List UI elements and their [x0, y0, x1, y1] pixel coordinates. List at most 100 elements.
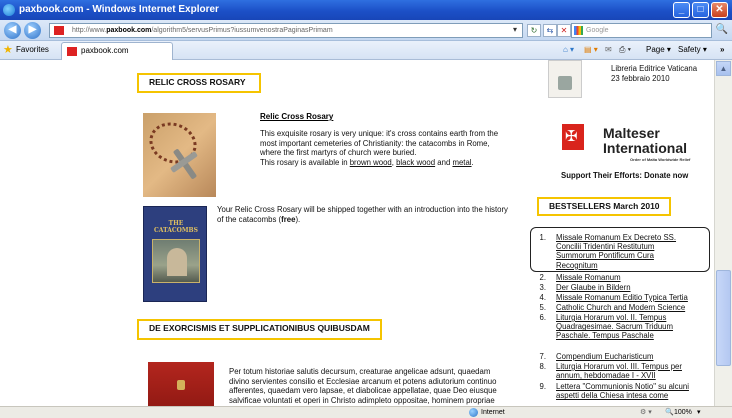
browser-tab[interactable]: paxbook.com	[61, 42, 173, 60]
internet-explorer-icon	[3, 4, 15, 16]
address-host: paxbook.com	[106, 27, 152, 34]
malteser-line1: Malteser	[603, 125, 660, 141]
bestseller-link-line: Catholic Church and Modern Science	[556, 303, 686, 312]
scroll-up-arrow-icon[interactable]: ▲	[716, 61, 731, 76]
bestseller-link-line: Recognitum	[556, 260, 598, 270]
bestseller-link-line: Summorum Pontificum Cura	[556, 251, 654, 261]
page-menu[interactable]: Page ▾	[646, 45, 671, 54]
vatican-book-thumbnail[interactable]	[548, 60, 582, 98]
forward-button[interactable]: ▶	[24, 22, 41, 39]
exorcismis-desc-line: afferentes, quaedam vero lapsae, et diab…	[229, 386, 497, 396]
safety-menu[interactable]: Safety ▾	[678, 45, 707, 54]
malteser-name[interactable]: Malteser International	[603, 126, 687, 156]
address-dropdown-icon[interactable]: ▾	[508, 24, 522, 37]
bestseller-link-line: aspetti della Chiesa intesa come	[556, 391, 669, 401]
catacombs-description: Your Relic Cross Rosary will be shipped …	[217, 205, 527, 224]
stop-button[interactable]: ✕	[557, 24, 571, 37]
zoom-icon[interactable]: 🔍	[665, 407, 674, 418]
close-button[interactable]: ✕	[711, 2, 728, 18]
rosary-product-image[interactable]	[143, 113, 216, 197]
bestseller-link[interactable]: Liturgia Horarum vol. III. Tempus per ann…	[556, 362, 708, 380]
period: .	[471, 157, 474, 167]
bestseller-link-line: Lettera "Communionis Notio" su alcuni	[556, 382, 689, 391]
minimize-button[interactable]: _	[673, 2, 690, 18]
bestseller-link-line: Missale Romanum Ex Decreto SS.	[556, 233, 677, 242]
donate-link[interactable]: Support Their Efforts: Donate now	[561, 171, 688, 180]
search-input[interactable]: Google	[571, 23, 712, 38]
bestseller-rank: 4.	[539, 293, 546, 302]
malteser-line2: International	[603, 140, 688, 156]
bestseller-rank: 8.	[539, 362, 546, 371]
zoom-dropdown-icon[interactable]: ▾	[697, 407, 701, 418]
section-title-relic-cross-rosary: RELIC CROSS ROSARY	[137, 73, 261, 93]
scrollbar-thumb[interactable]	[716, 270, 731, 366]
vatican-caption: Libreria Editrice Vaticana 23 febbraio 2…	[611, 64, 713, 83]
catacombs-desc-line: Your Relic Cross Rosary will be shipped …	[217, 205, 508, 214]
more-commands-button[interactable]: »	[720, 45, 724, 54]
bestseller-rank: 7.	[539, 352, 546, 361]
catacombs-book-image[interactable]: THE CATACOMBS	[143, 206, 207, 302]
bestseller-link[interactable]: Lettera "Communionis Notio" su alcuni asp…	[556, 382, 708, 400]
search-icon[interactable]: 🔍	[715, 23, 729, 38]
protected-mode-icon[interactable]: ⚙ ▾	[640, 407, 652, 418]
book-seal-shape	[177, 380, 185, 390]
bestseller-rank: 9.	[539, 382, 546, 391]
status-bar: Internet ⚙ ▾ 🔍 100% ▾	[0, 406, 732, 418]
bestseller-rank: 2.	[539, 273, 546, 282]
site-favicon-icon	[54, 26, 64, 35]
relic-cross-rosary-link[interactable]: Relic Cross Rosary	[260, 112, 333, 121]
brown-wood-link[interactable]: brown wood	[350, 158, 392, 167]
favorites-star-icon[interactable]: ★	[3, 43, 13, 56]
maximize-button[interactable]: □	[692, 2, 709, 18]
bestseller-link[interactable]: Compendium Eucharisticum	[556, 352, 708, 361]
bestseller-link-line: annum, hebdomadae I - XVII	[556, 371, 656, 381]
black-wood-link[interactable]: black wood	[396, 158, 435, 167]
bestseller-link-line: Paschale. Tempus Paschale	[556, 331, 654, 341]
bestseller-rank: 5.	[539, 303, 546, 312]
catacombs-desc-line2: of the catacombs (free).	[217, 215, 527, 225]
mail-icon[interactable]: ✉	[605, 45, 612, 54]
address-bar[interactable]: http://www.paxbook.com/algorithm5/servus…	[49, 23, 523, 38]
vatican-publisher: Libreria Editrice Vaticana	[611, 64, 698, 73]
bestseller-link[interactable]: Missale Romanum Ex Decreto SS. Concilii T…	[556, 233, 708, 270]
bestseller-link-line: Concilii Tridentini Restitutum	[556, 242, 655, 252]
exorcismis-desc-line: Per totum historiae salutis decursum, cr…	[229, 367, 491, 376]
book-cover-arch	[167, 248, 187, 276]
refresh-button[interactable]: ↻	[527, 24, 541, 37]
bestseller-link-line: Compendium Eucharisticum	[556, 352, 654, 361]
malteser-cross-logo[interactable]: ✠	[562, 124, 584, 150]
maltese-cross-icon: ✠	[565, 128, 578, 145]
bestseller-link[interactable]: Liturgia Horarum vol. II. Tempus Quadrage…	[556, 313, 708, 341]
zoom-level[interactable]: 100%	[674, 407, 692, 418]
rosary-description: This exquisite rosary is very unique: it…	[260, 129, 525, 167]
separator: and	[435, 157, 453, 167]
tab-favicon-icon	[67, 47, 77, 56]
favorites-button[interactable]: Favorites	[16, 45, 49, 54]
navigation-bar: ◀ ▶ http://www.paxbook.com/algorithm5/se…	[0, 20, 732, 41]
exorcismis-desc-line: divino servientes consilio et Ecclesiae …	[229, 376, 497, 386]
bestseller-link[interactable]: Der Glaube in Bildern	[556, 283, 708, 292]
bestsellers-title: BESTSELLERS March 2010	[537, 197, 671, 216]
bestseller-rank: 1.	[539, 233, 546, 242]
feeds-icon[interactable]: ▤ ▾	[584, 45, 598, 54]
compatibility-view-button[interactable]: ⇆	[543, 24, 557, 37]
bestseller-link[interactable]: Catholic Church and Modern Science	[556, 303, 708, 312]
metal-link[interactable]: metal	[452, 158, 471, 167]
rosary-desc-line: most important cemeteries of Christianit…	[260, 138, 490, 148]
free-label: free	[281, 214, 296, 224]
print-icon[interactable]: ⎙ ▾	[619, 45, 631, 55]
bestseller-rank: 6.	[539, 313, 546, 322]
availability-prefix: This rosary is available in	[260, 157, 350, 167]
exorcismis-description: Per totum historiae salutis decursum, cr…	[229, 367, 521, 405]
bestseller-link[interactable]: Missale Romanum Editio Typica Tertia	[556, 293, 708, 302]
back-button[interactable]: ◀	[4, 22, 21, 39]
bestseller-link[interactable]: Missale Romanum	[556, 273, 708, 282]
security-zone-label: Internet	[481, 409, 505, 416]
malteser-subtitle: Order of Malta Worldwide Relief	[630, 157, 691, 162]
bestseller-link-line: Quadragesimae. Sacrum Triduum	[556, 322, 674, 332]
home-icon[interactable]: ⌂ ▾	[563, 45, 574, 54]
vertical-scrollbar[interactable]: ▲	[714, 60, 732, 406]
exorcismis-desc-line: salvificae voluntati et operi in Christo…	[229, 395, 495, 405]
search-placeholder: Google	[586, 27, 609, 34]
exorcismis-book-image[interactable]	[148, 362, 214, 406]
